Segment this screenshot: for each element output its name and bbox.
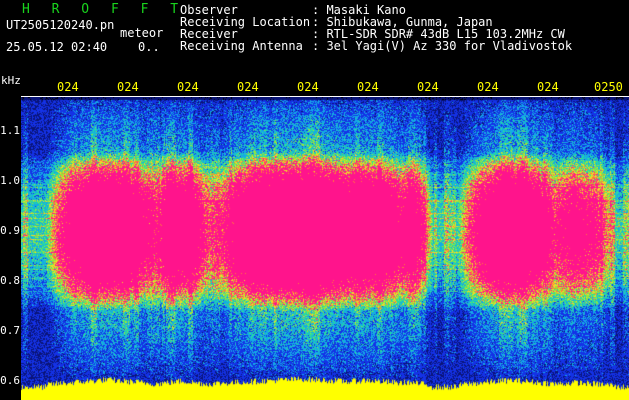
y-axis-unit: kHz: [1, 74, 21, 87]
y-tick-label: 0.9: [0, 224, 20, 237]
x-tick-label: 024: [177, 80, 199, 94]
x-tick-label: 024: [297, 80, 319, 94]
x-tick-label: 024: [57, 80, 79, 94]
datetime: 25.05.12 02:40: [6, 40, 108, 54]
x-tick-label: 024: [477, 80, 499, 94]
plot-top-border: [21, 96, 629, 97]
antenna-value: : 3el Yagi(V) Az 330 for Vladivostok: [312, 39, 573, 53]
x-tick-label: 024: [357, 80, 379, 94]
x-tick-label: 024: [117, 80, 139, 94]
y-tick-label: 0.6: [0, 374, 20, 387]
x-tick-label: 024: [417, 80, 439, 94]
y-tick-label: 1.0: [0, 174, 20, 187]
y-tick-label: 0.7: [0, 324, 20, 337]
app-title: H R O F F T: [22, 2, 186, 17]
x-tick-label: 024: [537, 80, 559, 94]
x-tick-label: 024: [237, 80, 259, 94]
antenna-label: Receiving Antenna: [180, 39, 303, 53]
indicator: 0..: [138, 40, 160, 54]
y-tick-label: 1.1: [0, 124, 20, 137]
file-name: UT2505120240.pn: [6, 18, 115, 32]
mode-label: meteor: [120, 26, 164, 40]
x-tick-label: 0250: [594, 80, 623, 94]
y-tick-label: 0.8: [0, 274, 20, 287]
spectrogram: [21, 96, 629, 400]
